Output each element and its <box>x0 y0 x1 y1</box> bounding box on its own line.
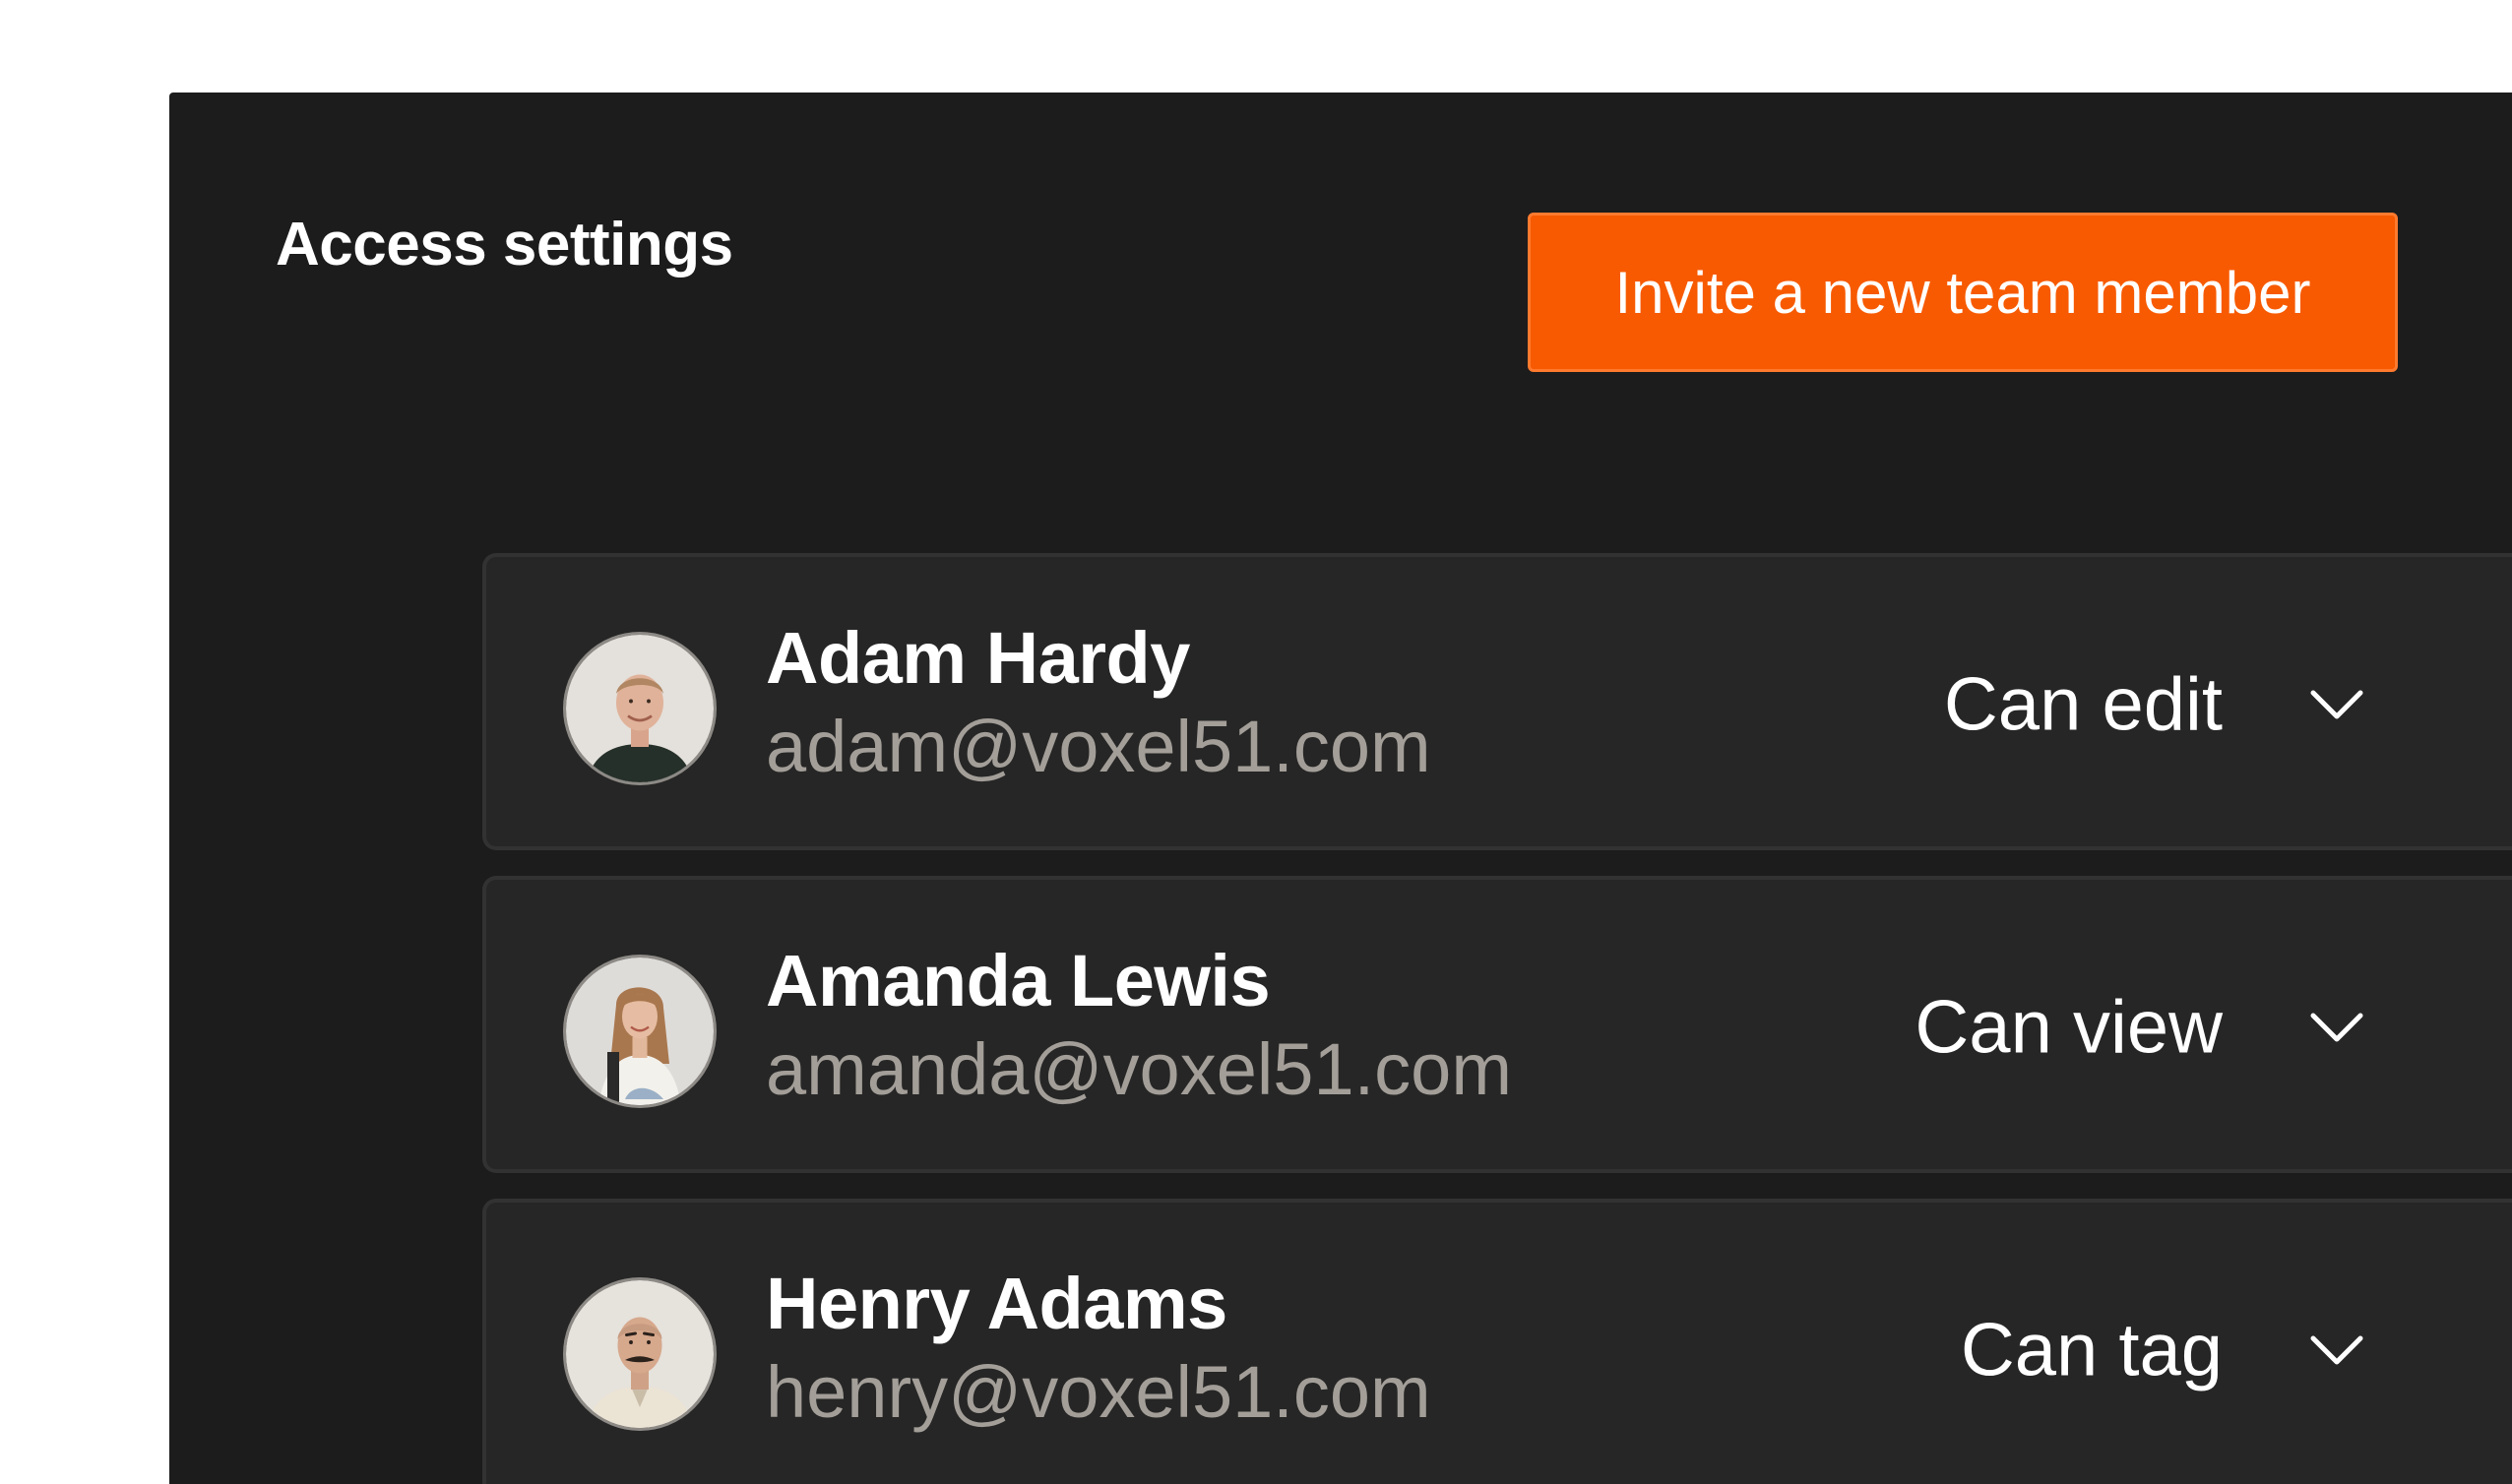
member-name: Adam Hardy <box>766 617 1190 699</box>
member-email: henry@voxel51.com <box>766 1351 1431 1433</box>
member-row: Henry Adams henry@voxel51.com Can tag <box>482 1199 2512 1484</box>
avatar <box>563 1277 717 1431</box>
member-name: Amanda Lewis <box>766 940 1271 1021</box>
role-dropdown[interactable]: Can view <box>1835 939 2366 1116</box>
invite-team-member-button[interactable]: Invite a new team member <box>1528 213 2398 372</box>
chevron-down-icon <box>2310 690 2363 719</box>
role-dropdown[interactable]: Can tag <box>1835 1262 2366 1439</box>
member-email: adam@voxel51.com <box>766 706 1431 787</box>
chevron-down-icon <box>2310 1013 2363 1042</box>
role-label: Can view <box>1915 985 2223 1070</box>
role-label: Can tag <box>1960 1308 2223 1392</box>
member-name: Henry Adams <box>766 1263 1227 1344</box>
panel-title: Access settings <box>276 211 733 278</box>
role-label: Can edit <box>1943 662 2223 747</box>
avatar-photo <box>566 635 714 782</box>
avatar <box>563 632 717 785</box>
role-dropdown[interactable]: Can edit <box>1835 616 2366 793</box>
member-email: amanda@voxel51.com <box>766 1028 1512 1110</box>
avatar-photo <box>566 958 714 1105</box>
member-row: Adam Hardy adam@voxel51.com Can edit <box>482 553 2512 850</box>
access-settings-panel: Access settings Invite a new team member… <box>169 93 2512 1484</box>
member-row: Amanda Lewis amanda@voxel51.com Can view <box>482 876 2512 1173</box>
avatar <box>563 955 717 1108</box>
chevron-down-icon <box>2310 1335 2363 1365</box>
avatar-photo <box>566 1280 714 1428</box>
